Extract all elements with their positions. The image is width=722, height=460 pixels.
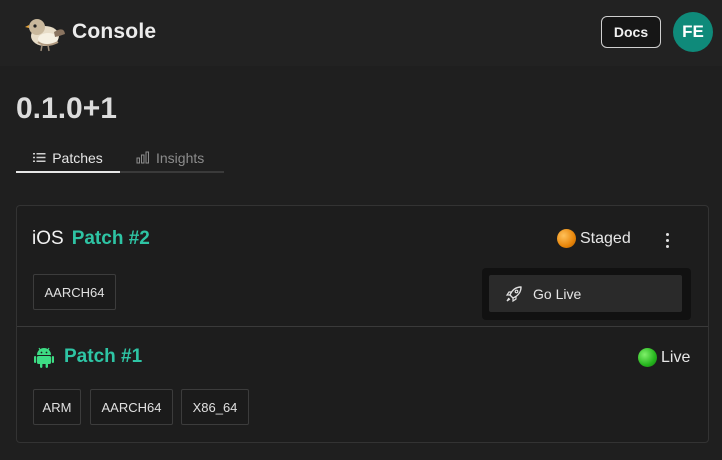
tab-insights[interactable]: Insights — [136, 142, 224, 173]
top-bar: Console Docs FE — [0, 0, 722, 66]
app-title: Console — [72, 20, 157, 43]
patch-name[interactable]: Patch #1 — [64, 346, 142, 368]
bar-chart-icon — [136, 151, 149, 164]
patch-name[interactable]: Patch #2 — [72, 228, 150, 250]
avatar[interactable]: FE — [673, 12, 713, 52]
patches-card: iOS Patch #2 Staged AARCH64 Go Live Patc… — [16, 205, 709, 443]
more-options-icon[interactable] — [659, 228, 675, 252]
architecture-chip: AARCH64 — [90, 389, 173, 425]
live-status-dot-icon — [638, 348, 657, 367]
docs-button[interactable]: Docs — [601, 16, 661, 48]
bird-logo-icon — [25, 19, 65, 52]
architecture-chip: X86_64 — [181, 389, 249, 425]
menu-item-label: Go Live — [533, 285, 582, 302]
list-icon — [33, 153, 46, 162]
go-live-menu-item[interactable]: Go Live — [489, 275, 682, 312]
tab-patches[interactable]: Patches — [16, 142, 120, 173]
staged-status-dot-icon — [557, 229, 576, 248]
divider — [17, 326, 708, 327]
patch-header[interactable]: iOS Patch #2 — [32, 228, 150, 250]
page-title: 0.1.0+1 — [16, 92, 117, 125]
status-badge: Staged — [557, 229, 631, 248]
tab-label: Patches — [52, 149, 103, 166]
architecture-chip: ARM — [33, 389, 81, 425]
architecture-chip: AARCH64 — [33, 274, 116, 310]
status-label: Staged — [580, 229, 631, 247]
platform-label: iOS — [32, 228, 64, 249]
android-icon — [34, 347, 54, 368]
rocket-icon — [505, 285, 522, 302]
patch-actions-menu: Go Live — [482, 268, 691, 320]
status-label: Live — [661, 348, 691, 366]
status-badge: Live — [638, 348, 690, 367]
patch-header[interactable]: Patch #1 — [34, 346, 142, 368]
tab-label: Insights — [156, 149, 205, 166]
tab-bar: Patches Insights — [16, 142, 224, 174]
brand[interactable]: Console — [24, 12, 156, 52]
